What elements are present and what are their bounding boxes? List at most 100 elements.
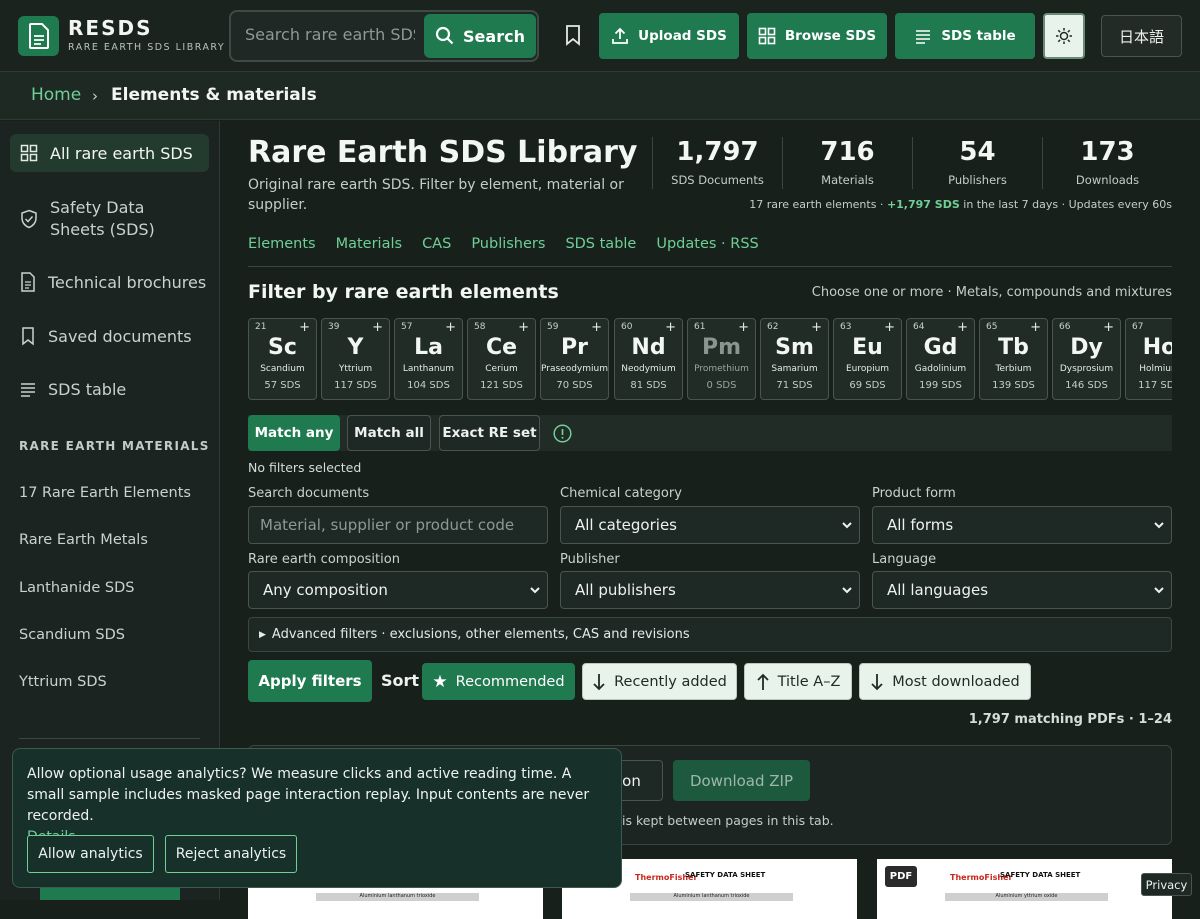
brand[interactable]: RESDS RARE EARTH SDS LIBRARY xyxy=(68,16,225,53)
composition-select[interactable]: Any composition xyxy=(248,571,548,609)
element-tile-sm[interactable]: 62 + Sm Samarium 71 SDS xyxy=(760,318,829,400)
element-name: Yttrium xyxy=(338,364,373,374)
sort-recent-button[interactable]: Recently added xyxy=(582,663,737,700)
sidebar-item-brochures[interactable]: Technical brochures xyxy=(10,263,209,301)
tab-updates-rss[interactable]: Updates · RSS xyxy=(656,236,758,252)
sort-recommended-button[interactable]: ★ Recommended xyxy=(422,663,575,700)
element-tile-gd[interactable]: 64 + Gd Gadolinium 199 SDS xyxy=(906,318,975,400)
sort-downloads-button[interactable]: Most downloaded xyxy=(859,663,1031,700)
element-number: 21 xyxy=(255,322,267,332)
sidebar-item-sds-table[interactable]: SDS table xyxy=(10,370,209,408)
element-tile-nd[interactable]: 60 + Nd Neodymium 81 SDS xyxy=(614,318,683,400)
sort-title-button[interactable]: Title A–Z xyxy=(744,663,852,700)
saved-bookmark-icon[interactable] xyxy=(563,24,583,50)
language-select[interactable]: All languages xyxy=(872,571,1172,609)
element-symbol: Dy xyxy=(1070,335,1103,360)
element-name: Samarium xyxy=(771,364,818,374)
apply-filters-button[interactable]: Apply filters xyxy=(248,660,372,702)
publisher-select[interactable]: All publishers xyxy=(560,571,860,609)
element-number: 61 xyxy=(694,322,706,332)
tab-materials[interactable]: Materials xyxy=(336,236,402,252)
tab-elements[interactable]: Elements xyxy=(248,236,316,252)
star-icon: ★ xyxy=(432,671,448,692)
tab-publishers[interactable]: Publishers xyxy=(471,236,545,252)
publisher-label: Publisher xyxy=(560,552,620,567)
product-form-label: Product form xyxy=(872,486,956,501)
element-tile-y[interactable]: 39 + Y Yttrium 117 SDS xyxy=(321,318,390,400)
document-icon xyxy=(21,272,35,292)
exact-re-set-button[interactable]: Exact RE set xyxy=(439,415,540,451)
thumbnail-title: SAFETY DATA SHEET xyxy=(1000,871,1081,879)
logo-document-icon[interactable] xyxy=(18,16,59,56)
tab-sds-table[interactable]: SDS table xyxy=(565,236,636,252)
search-documents-input[interactable]: Material, supplier or product code xyxy=(248,506,548,544)
match-mode-bar: Match any Match all Exact RE set xyxy=(248,415,1172,451)
thumbnail-title: SAFETY DATA SHEET xyxy=(685,871,766,879)
document-thumbnail[interactable]: ThermoFisher SAFETY DATA SHEET Aluminium… xyxy=(877,859,1172,919)
chevron-down-icon xyxy=(842,522,852,529)
plus-icon: + xyxy=(372,320,383,335)
language-button[interactable]: 日本語 xyxy=(1101,15,1182,57)
match-all-button[interactable]: Match all xyxy=(347,415,431,451)
plus-icon: + xyxy=(738,320,749,335)
info-icon[interactable] xyxy=(553,424,572,447)
header-search-input[interactable]: Search rare earth SDS xyxy=(245,25,415,44)
element-name: Dysprosium xyxy=(1059,364,1114,374)
tab-cas[interactable]: CAS xyxy=(422,236,451,252)
element-symbol: Nd xyxy=(631,335,666,360)
stat-value: 716 xyxy=(820,137,875,167)
analytics-consent-banner: Allow optional usage analytics? We measu… xyxy=(12,748,622,888)
consent-message: Allow optional usage analytics? We measu… xyxy=(27,766,590,824)
download-zip-button[interactable]: Download ZIP xyxy=(673,760,810,801)
language-label: Language xyxy=(872,552,937,567)
breadcrumb-home-link[interactable]: Home xyxy=(31,85,81,105)
upload-sds-button[interactable]: Upload SDS xyxy=(599,13,739,59)
header-search-button[interactable]: Search xyxy=(424,14,536,58)
element-tile-pr[interactable]: 59 + Pr Praseodymium 70 SDS xyxy=(540,318,609,400)
element-count: 70 SDS xyxy=(556,380,593,391)
plus-icon: + xyxy=(591,320,602,335)
element-tile-ho[interactable]: 67+HoHolmium117 SDS xyxy=(1125,318,1172,400)
chemical-category-select[interactable]: All categories xyxy=(560,506,860,544)
allow-analytics-button[interactable]: Allow analytics xyxy=(27,835,154,873)
sidebar-item-saved[interactable]: Saved documents xyxy=(10,317,209,355)
sidebar-item-all-sds[interactable]: All rare earth SDS xyxy=(10,134,209,172)
element-name: Scandium xyxy=(260,364,305,374)
plus-icon: + xyxy=(518,320,529,335)
element-tile-eu[interactable]: 63 + Eu Europium 69 SDS xyxy=(833,318,902,400)
element-tile-la[interactable]: 57 + La Lanthanum 104 SDS xyxy=(394,318,463,400)
sort-label: Sort xyxy=(381,671,420,690)
element-name: Gadolinium xyxy=(914,364,967,374)
sds-table-button[interactable]: SDS table xyxy=(895,13,1035,59)
element-name: Lanthanum xyxy=(402,364,455,374)
element-tile-ce[interactable]: 58 + Ce Cerium 121 SDS xyxy=(467,318,536,400)
reject-analytics-button[interactable]: Reject analytics xyxy=(165,835,297,873)
stat-publishers: 54 Publishers xyxy=(912,137,1042,189)
sidebar-material-link[interactable]: Scandium SDS xyxy=(19,627,125,643)
element-tile-pm[interactable]: 61 + Pm Promethium 0 SDS xyxy=(687,318,756,400)
sidebar-material-link[interactable]: Yttrium SDS xyxy=(19,674,107,690)
element-symbol: Tb xyxy=(998,335,1029,360)
shield-check-icon xyxy=(21,209,37,229)
sidebar-material-link[interactable]: Lanthanide SDS xyxy=(19,580,134,596)
element-tile-dy[interactable]: 66 + Dy Dysprosium 146 SDS xyxy=(1052,318,1121,400)
match-any-button[interactable]: Match any xyxy=(248,415,340,451)
plus-icon: + xyxy=(1030,320,1041,335)
element-number: 65 xyxy=(986,322,998,332)
element-tile-sc[interactable]: 21 + Sc Scandium 57 SDS xyxy=(248,318,317,400)
advanced-filters-toggle[interactable]: ▶ Advanced filters · exclusions, other e… xyxy=(248,617,1172,652)
theme-toggle-button[interactable] xyxy=(1043,13,1085,59)
sidebar-item-sds[interactable]: Safety Data Sheets (SDS) xyxy=(10,195,209,243)
browse-sds-button[interactable]: Browse SDS xyxy=(747,13,887,59)
element-symbol: Pr xyxy=(561,335,588,360)
sidebar-item-label: SDS table xyxy=(48,379,127,399)
product-form-select[interactable]: All forms xyxy=(872,506,1172,544)
element-tile-tb[interactable]: 65 + Tb Terbium 139 SDS xyxy=(979,318,1048,400)
tabs-divider xyxy=(248,266,1172,267)
sidebar-material-link[interactable]: 17 Rare Earth Elements xyxy=(19,485,191,501)
sidebar-material-link[interactable]: Rare Earth Metals xyxy=(19,532,148,548)
privacy-button[interactable]: Privacy xyxy=(1141,873,1192,896)
sidebar-item-label: All rare earth SDS xyxy=(50,143,193,163)
caret-right-icon: ▶ xyxy=(259,629,266,640)
element-name: Terbium xyxy=(995,364,1032,374)
